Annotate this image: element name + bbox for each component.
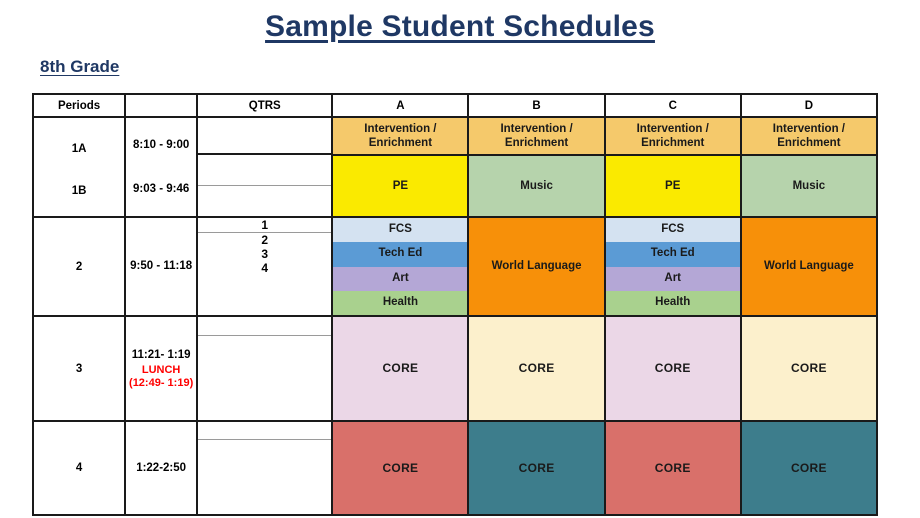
time-label-1a: 8:10 - 9:00	[133, 138, 190, 151]
time-label-3: 11:21- 1:19	[131, 348, 191, 361]
subject-label: Intervention / Enrichment	[741, 118, 876, 155]
cell-4-d[interactable]: CORE	[739, 420, 879, 516]
time-cell-2: 9:50 - 11:18	[124, 216, 199, 317]
table-row: 2 9:50 - 11:18 1 2 3 4 FCS Tech Ed Art H…	[31, 216, 879, 317]
subject-art-a[interactable]: Art	[333, 266, 468, 291]
subject-fcs-a[interactable]: FCS	[333, 218, 468, 243]
table-row: 3 11:21- 1:19 LUNCH (12:49- 1:19) CORE C…	[31, 315, 879, 422]
subject-health-c[interactable]: Health	[605, 290, 740, 315]
cell-1-c[interactable]: Intervention / Enrichment PE	[603, 116, 742, 218]
subject-intervention-d[interactable]: Intervention / Enrichment	[741, 118, 876, 155]
period-cell-4: 4	[31, 420, 127, 516]
header-column-c: C	[603, 93, 742, 118]
subject-core-b[interactable]: CORE	[469, 317, 604, 420]
period-cell-1: 1A 1B	[31, 116, 127, 218]
cell-3-c[interactable]: CORE	[603, 315, 742, 422]
qtrs-slot-3: 3	[261, 247, 269, 261]
schedule-table: Periods QTRS A B C D 1A 1B 8:10 - 9:00 9…	[31, 93, 879, 516]
cell-1-b[interactable]: Intervention / Enrichment Music	[467, 116, 606, 218]
period-cell-2: 2	[31, 216, 127, 317]
qtrs-slot-2: 2	[261, 233, 269, 247]
qtrs-slot	[198, 155, 332, 186]
page-title: Sample Student Schedules	[265, 10, 655, 43]
cell-2-b[interactable]: World Language	[467, 216, 606, 317]
qtrs-slot-1: 1	[198, 218, 332, 233]
qtrs-slot-4: 4	[261, 261, 269, 275]
subject-art-c[interactable]: Art	[605, 266, 740, 291]
header-periods: Periods	[31, 93, 127, 118]
subject-core-d[interactable]: CORE	[741, 317, 876, 420]
subject-music-b[interactable]: Music	[469, 154, 604, 216]
subject-intervention-c[interactable]: Intervention / Enrichment	[605, 118, 740, 155]
subject-intervention-b[interactable]: Intervention / Enrichment	[469, 118, 604, 155]
cell-4-c[interactable]: CORE	[603, 420, 742, 516]
subject-label: PE	[605, 156, 740, 216]
qtrs-slot	[198, 336, 331, 420]
subject-core-a[interactable]: CORE	[333, 317, 468, 420]
qtrs-slot	[198, 186, 331, 216]
time-cell-1: 8:10 - 9:00 9:03 - 9:46	[124, 116, 199, 218]
subject-intervention-a[interactable]: Intervention / Enrichment	[333, 118, 468, 155]
cell-2-a[interactable]: FCS Tech Ed Art Health	[331, 216, 470, 317]
qtrs-slot	[198, 440, 331, 514]
cell-4-a[interactable]: CORE	[331, 420, 470, 516]
header-column-b: B	[467, 93, 606, 118]
subject-core-c[interactable]: CORE	[605, 317, 740, 420]
time-cell-4: 1:22-2:50	[124, 420, 199, 516]
subject-teched-a[interactable]: Tech Ed	[333, 242, 468, 267]
cell-1-a[interactable]: Intervention / Enrichment PE	[331, 116, 470, 218]
period-cell-3: 3	[31, 315, 127, 422]
subject-core-b[interactable]: CORE	[469, 422, 604, 514]
subject-pe-a[interactable]: PE	[333, 154, 468, 216]
cell-3-b[interactable]: CORE	[467, 315, 606, 422]
subject-label: PE	[333, 156, 468, 216]
table-header-row: Periods QTRS A B C D	[31, 93, 879, 118]
subject-core-a[interactable]: CORE	[333, 422, 468, 514]
lunch-label-3: LUNCH (12:49- 1:19)	[129, 364, 194, 389]
header-column-a: A	[331, 93, 470, 118]
subject-world-language-d[interactable]: World Language	[741, 218, 876, 315]
qtrs-cell-4	[196, 420, 334, 516]
cell-2-c[interactable]: FCS Tech Ed Art Health	[603, 216, 742, 317]
subject-label: Intervention / Enrichment	[469, 118, 604, 155]
header-qtrs: QTRS	[196, 93, 334, 118]
table-row: 1A 1B 8:10 - 9:00 9:03 - 9:46 Interventi…	[31, 116, 879, 218]
qtrs-cell-3	[196, 315, 334, 422]
subject-teched-c[interactable]: Tech Ed	[605, 242, 740, 267]
qtrs-cell-2: 1 2 3 4	[196, 216, 334, 317]
subject-music-d[interactable]: Music	[741, 154, 876, 216]
cell-3-d[interactable]: CORE	[739, 315, 879, 422]
table-row: 4 1:22-2:50 CORE CORE CORE CORE	[31, 420, 879, 516]
cell-4-b[interactable]: CORE	[467, 420, 606, 516]
time-label-1b: 9:03 - 9:46	[133, 183, 190, 195]
subject-label: Music	[741, 156, 876, 216]
header-column-d: D	[739, 93, 879, 118]
subject-label: Intervention / Enrichment	[333, 118, 468, 155]
subject-label: Intervention / Enrichment	[605, 118, 740, 155]
header-time	[124, 93, 199, 118]
grade-label: 8th Grade	[40, 57, 120, 76]
qtrs-slot	[198, 317, 332, 336]
cell-2-d[interactable]: World Language	[739, 216, 879, 317]
period-label-1a: 1A	[71, 142, 87, 155]
cell-3-a[interactable]: CORE	[331, 315, 470, 422]
qtrs-cell-1	[196, 116, 334, 218]
subject-health-a[interactable]: Health	[333, 290, 468, 315]
subject-core-d[interactable]: CORE	[741, 422, 876, 514]
cell-1-d[interactable]: Intervention / Enrichment Music	[739, 116, 879, 218]
subject-core-c[interactable]: CORE	[605, 422, 740, 514]
qtrs-slot	[198, 422, 332, 441]
period-label-1b: 1B	[71, 184, 87, 197]
qtrs-slot	[198, 118, 332, 156]
time-cell-3: 11:21- 1:19 LUNCH (12:49- 1:19)	[124, 315, 199, 422]
subject-world-language-b[interactable]: World Language	[469, 218, 604, 315]
subject-fcs-c[interactable]: FCS	[605, 218, 740, 243]
subject-label: Music	[469, 156, 604, 216]
subject-pe-c[interactable]: PE	[605, 154, 740, 216]
